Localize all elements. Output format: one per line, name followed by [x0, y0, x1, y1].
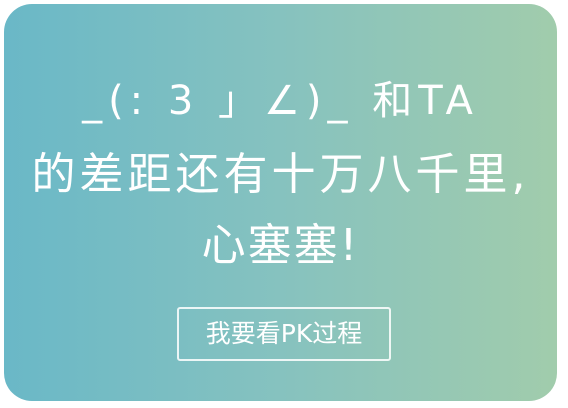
emoticon-headline: _(: 3 」∠)_ 和TA	[82, 78, 479, 124]
sad-message: 心塞塞!	[201, 220, 360, 271]
view-pk-process-button[interactable]: 我要看PK过程	[177, 307, 391, 361]
gap-message: 的差距还有十万八千里,	[31, 149, 530, 200]
result-card: _(: 3 」∠)_ 和TA 的差距还有十万八千里, 心塞塞! 我要看PK过程	[4, 4, 557, 401]
